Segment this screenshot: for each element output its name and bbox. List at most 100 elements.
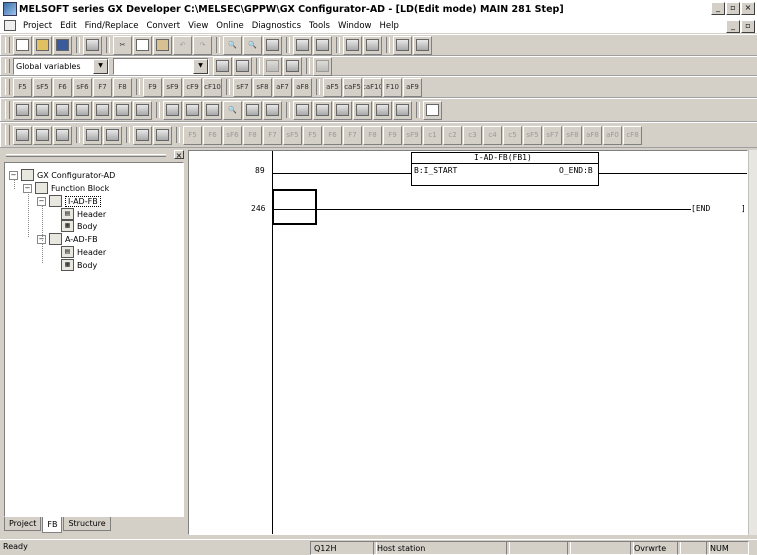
find-device-icon[interactable]: 🔍 [223, 35, 242, 55]
step-in-icon[interactable] [103, 125, 122, 145]
fkey-f6b-icon[interactable]: F6 [323, 125, 342, 145]
op-result-icon[interactable]: caF5 [343, 77, 362, 97]
monitor-icon[interactable] [343, 35, 362, 55]
write-mode-icon[interactable] [73, 100, 92, 120]
delete-vline-icon[interactable]: cF10 [203, 77, 222, 97]
tree-node-body[interactable]: ▦ Body [61, 220, 97, 232]
app-icon[interactable] [3, 2, 17, 16]
fkey-sf5-icon[interactable]: sF5 [283, 125, 302, 145]
device-test-icon[interactable] [313, 100, 332, 120]
device-list-icon[interactable] [283, 56, 302, 76]
vertical-scrollbar[interactable] [748, 150, 757, 535]
sampling-trace-icon[interactable] [293, 100, 312, 120]
fkey-f5-icon[interactable]: F5 [183, 125, 202, 145]
undo-icon[interactable]: ↶ [173, 35, 192, 55]
copy-icon[interactable] [133, 35, 152, 55]
fkey-af0-icon[interactable]: aF0 [603, 125, 622, 145]
stop-mode-icon[interactable] [13, 125, 32, 145]
save-icon[interactable] [53, 35, 72, 55]
rising-branch-icon[interactable]: aF7 [273, 77, 292, 97]
fkey-sf9-icon[interactable]: sF9 [403, 125, 422, 145]
note-icon[interactable] [183, 100, 202, 120]
simulation-icon[interactable] [333, 100, 352, 120]
program-combo[interactable]: ▼ [113, 57, 209, 75]
minimize-button[interactable]: _ [711, 2, 725, 15]
read-mode-icon[interactable] [53, 100, 72, 120]
ladder-mode-icon[interactable] [13, 100, 32, 120]
entry-monitor-icon[interactable] [413, 35, 432, 55]
fkey-cf8-icon[interactable]: cF8 [623, 125, 642, 145]
partial-run-icon[interactable] [393, 100, 412, 120]
fkey-sf5b-icon[interactable]: sF5 [523, 125, 542, 145]
tree-node-header[interactable]: ▤ Header [61, 208, 106, 220]
convert-icon[interactable] [243, 100, 262, 120]
close-branch-icon[interactable]: sF6 [73, 77, 92, 97]
maximize-button[interactable]: ▫ [726, 2, 740, 15]
close-button[interactable]: × [741, 2, 755, 15]
unregister-icon[interactable] [153, 125, 172, 145]
statement-icon[interactable] [163, 100, 182, 120]
line-delete-icon[interactable]: F10 [383, 77, 402, 97]
horizontal-line-icon[interactable]: F9 [143, 77, 162, 97]
tab-structure[interactable]: Structure [63, 517, 111, 531]
pause-mode-icon[interactable] [53, 125, 72, 145]
document-icon[interactable] [4, 20, 16, 31]
open-contact-icon[interactable]: F5 [13, 77, 32, 97]
invert-icon[interactable]: aF5 [323, 77, 342, 97]
fkey-sf6-icon[interactable]: sF6 [223, 125, 242, 145]
fkey-c1-icon[interactable]: c1 [423, 125, 442, 145]
read-plc-icon[interactable] [313, 35, 332, 55]
fkey-sf7-icon[interactable]: sF7 [543, 125, 562, 145]
open-branch-icon[interactable]: sF5 [33, 77, 52, 97]
vertical-line-icon[interactable]: sF9 [163, 77, 182, 97]
fkey-f9-icon[interactable]: F9 [383, 125, 402, 145]
fkey-af8-icon[interactable]: aF8 [583, 125, 602, 145]
step-run-icon[interactable] [353, 100, 372, 120]
tree-node-header[interactable]: ▤ Header [61, 246, 106, 258]
fkey-c4-icon[interactable]: c4 [483, 125, 502, 145]
tab-fb[interactable]: FB [42, 517, 63, 533]
fkey-sf8-icon[interactable]: sF8 [563, 125, 582, 145]
batch-monitor-icon[interactable] [393, 35, 412, 55]
tab-project[interactable]: Project [4, 517, 42, 531]
monitor-write-mode-icon[interactable] [113, 100, 132, 120]
find-instruction-icon[interactable]: 🔍 [243, 35, 262, 55]
tree-node-a-ad-fb[interactable]: − A-AD-FB [37, 233, 98, 245]
tree-node-body[interactable]: ▦ Body [61, 259, 97, 271]
print-icon[interactable] [83, 35, 102, 55]
fkey-f8-icon[interactable]: F8 [243, 125, 262, 145]
global-variables-combo[interactable]: Global variables ▼ [13, 57, 109, 75]
chevron-down-icon[interactable]: ▼ [193, 58, 208, 74]
coil-icon[interactable]: F7 [93, 77, 112, 97]
menu-find-replace[interactable]: Find/Replace [81, 21, 143, 31]
window-icon[interactable] [423, 100, 442, 120]
fkey-f5b-icon[interactable]: F5 [303, 125, 322, 145]
fkey-f7b-icon[interactable]: F7 [343, 125, 362, 145]
rising-pulse-icon[interactable]: sF7 [233, 77, 252, 97]
menu-online[interactable]: Online [212, 21, 247, 31]
fkey-c5-icon[interactable]: c5 [503, 125, 522, 145]
write-plc-icon[interactable] [293, 35, 312, 55]
zoom-icon[interactable]: 🔍 [223, 100, 242, 120]
tree-node-function-block[interactable]: − Function Block [23, 182, 109, 194]
menu-diagnostics[interactable]: Diagnostics [248, 21, 305, 31]
close-icon[interactable]: × [174, 150, 184, 160]
falling-pulse-icon[interactable]: sF8 [253, 77, 272, 97]
edit-cursor[interactable] [272, 189, 317, 225]
falling-branch-icon[interactable]: aF8 [293, 77, 312, 97]
paste-icon[interactable] [153, 35, 172, 55]
line-draw-icon[interactable]: caF10 [363, 77, 382, 97]
fkey-f7-icon[interactable]: F7 [263, 125, 282, 145]
menu-help[interactable]: Help [375, 21, 402, 31]
redo-icon[interactable]: ↷ [193, 35, 212, 55]
monitor-write-icon[interactable] [363, 35, 382, 55]
run-mode-icon[interactable] [33, 125, 52, 145]
delete-line-icon[interactable]: cF9 [183, 77, 202, 97]
menu-window[interactable]: Window [334, 21, 376, 31]
menu-tools[interactable]: Tools [305, 21, 334, 31]
comment-icon[interactable] [133, 100, 152, 120]
tree-node-i-ad-fb[interactable]: − I-AD-FB [37, 195, 101, 207]
menu-edit[interactable]: Edit [56, 21, 80, 31]
register-icon[interactable] [133, 125, 152, 145]
doc-minimize-button[interactable]: _ [726, 20, 740, 33]
